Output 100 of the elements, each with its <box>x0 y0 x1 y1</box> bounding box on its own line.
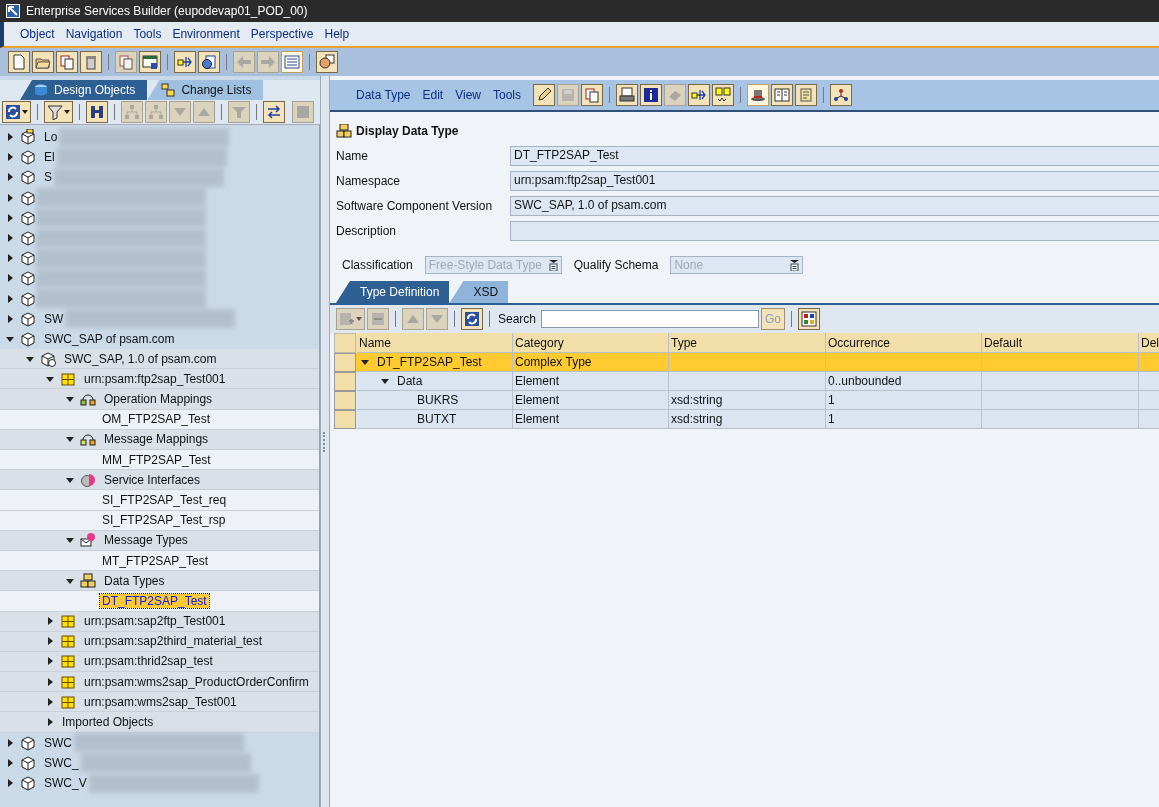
collapsed-triangle-icon[interactable] <box>6 779 14 788</box>
expanded-triangle-icon[interactable] <box>66 435 74 444</box>
grid-cube-icon <box>60 673 76 690</box>
toolbar-button[interactable] <box>747 84 769 106</box>
expanded-triangle-icon[interactable] <box>361 358 369 366</box>
tree-item[interactable]: SWC_SAP of psam.com <box>42 331 177 346</box>
cube-clock-icon <box>40 350 56 367</box>
person-icon <box>319 54 335 70</box>
tab[interactable]: XSD <box>449 281 509 303</box>
blocks-icon <box>80 572 96 589</box>
input-field[interactable]: urn:psam:ftp2sap_Test001 <box>510 171 1159 191</box>
collapsed-triangle-icon[interactable] <box>6 234 14 243</box>
menu-item[interactable]: Edit <box>422 88 444 102</box>
collapsed-triangle-icon[interactable] <box>6 294 14 303</box>
toolbar-button[interactable] <box>830 84 852 106</box>
table-row[interactable]: Data Element 0..unbounded <box>334 372 1159 391</box>
tree-item[interactable]: Message Types <box>102 533 190 548</box>
menu-item[interactable]: Help <box>324 27 350 41</box>
toolbar-button[interactable] <box>86 101 108 123</box>
collapsed-triangle-icon[interactable] <box>46 677 54 686</box>
tree-item[interactable]: El <box>42 150 57 165</box>
menu-item[interactable]: Navigation <box>65 27 123 41</box>
expanded-triangle-icon[interactable] <box>66 395 74 404</box>
search-field[interactable] <box>541 310 760 328</box>
toolbar-button[interactable] <box>263 101 285 123</box>
expanded-triangle-icon[interactable] <box>6 334 14 343</box>
collapsed-triangle-icon[interactable] <box>6 274 14 283</box>
collapsed-triangle-icon[interactable] <box>46 617 54 626</box>
collapsed-triangle-icon[interactable] <box>46 718 54 727</box>
input-field[interactable]: DT_FTP2SAP_Test <box>510 146 1159 166</box>
hierarchy-icon <box>124 104 140 120</box>
toolbar-button[interactable] <box>688 84 710 106</box>
hat-icon <box>750 87 766 103</box>
input-field[interactable]: SWC_SAP, 1.0 of psam.com <box>510 196 1159 216</box>
tree-item[interactable]: SWC <box>42 735 74 750</box>
menu-item[interactable]: Perspective <box>250 27 314 41</box>
table-cell: BUTXT <box>417 412 457 426</box>
toolbar-button[interactable] <box>798 308 821 330</box>
menu-item[interactable]: Tools <box>133 27 162 41</box>
input-field[interactable] <box>510 221 1159 241</box>
collapsed-triangle-icon[interactable] <box>6 133 14 142</box>
collapsed-triangle-icon[interactable] <box>6 153 14 162</box>
toolbar-button[interactable] <box>198 51 220 73</box>
toolbar-button[interactable] <box>316 51 338 73</box>
expanded-triangle-icon[interactable] <box>66 576 74 585</box>
blocks-icon <box>336 124 352 138</box>
network-icon <box>833 87 849 103</box>
expanded-triangle-icon[interactable] <box>381 377 389 385</box>
collapsed-triangle-icon[interactable] <box>46 657 54 666</box>
menu-item[interactable]: View <box>455 88 481 102</box>
collapsed-triangle-icon[interactable] <box>6 254 14 263</box>
collapsed-triangle-icon[interactable] <box>6 738 14 747</box>
table-row[interactable]: BUTXT Element xsd:string 1 <box>334 410 1159 429</box>
cube-icon <box>20 230 36 247</box>
scroll-icon <box>798 87 814 103</box>
toolbar-button[interactable] <box>174 51 196 73</box>
collapsed-triangle-icon[interactable] <box>46 637 54 646</box>
collapsed-triangle-icon[interactable] <box>6 758 14 767</box>
toolbar-button[interactable] <box>616 84 638 106</box>
tree-item[interactable]: SWC_ <box>42 755 81 770</box>
expanded-triangle-icon[interactable] <box>26 354 34 363</box>
tab[interactable]: Design Objects <box>20 80 148 100</box>
table-row[interactable]: DT_FTP2SAP_Test Complex Type <box>334 353 1159 372</box>
window-title: Enterprise Services Builder (eupodevap01_POD_00) <box>26 4 308 18</box>
collapsed-triangle-icon[interactable] <box>6 213 14 222</box>
tree-item[interactable]: DT_FTP2SAP_Test <box>100 593 209 608</box>
menu-item[interactable]: Object <box>20 27 55 41</box>
menu-item[interactable]: Data Type <box>356 88 411 102</box>
field-label: Name <box>336 149 369 163</box>
tab[interactable]: Type Definition <box>336 281 450 303</box>
toolbar-button[interactable] <box>461 308 483 330</box>
envelope-icon <box>80 532 96 549</box>
cube-icon <box>20 734 36 751</box>
tree-item[interactable]: SW <box>42 311 66 326</box>
window-icon <box>142 54 158 70</box>
collapsed-triangle-icon[interactable] <box>46 697 54 706</box>
expanded-triangle-icon[interactable] <box>66 536 74 545</box>
menu-item[interactable]: Tools <box>492 88 521 102</box>
collapsed-triangle-icon[interactable] <box>6 314 14 323</box>
toolbar-button[interactable] <box>640 84 662 106</box>
table-row[interactable]: BUKRS Element xsd:string 1 <box>334 391 1159 410</box>
toolbar-button[interactable] <box>44 101 73 123</box>
grid-cube-icon <box>60 653 76 670</box>
tab[interactable]: Change Lists <box>147 80 264 100</box>
expanded-triangle-icon[interactable] <box>46 374 54 383</box>
toolbar-button[interactable] <box>2 101 31 123</box>
tree-item[interactable]: Lo <box>42 130 60 145</box>
menu-item[interactable]: Environment <box>172 27 240 41</box>
tree-item[interactable]: S <box>42 170 54 185</box>
filter-icon <box>47 104 63 120</box>
toolbar-button[interactable] <box>139 51 161 73</box>
collapsed-triangle-icon[interactable] <box>6 173 14 182</box>
collapsed-triangle-icon[interactable] <box>6 193 14 202</box>
printer-icon <box>619 87 635 103</box>
toolbar-button[interactable] <box>533 84 555 106</box>
expanded-triangle-icon[interactable] <box>66 475 74 484</box>
tree-item[interactable]: Data Types <box>102 573 167 588</box>
grid-cube-icon <box>60 693 76 710</box>
toolbar-button[interactable] <box>712 84 734 106</box>
tree-item[interactable]: SWC_V <box>42 776 89 791</box>
